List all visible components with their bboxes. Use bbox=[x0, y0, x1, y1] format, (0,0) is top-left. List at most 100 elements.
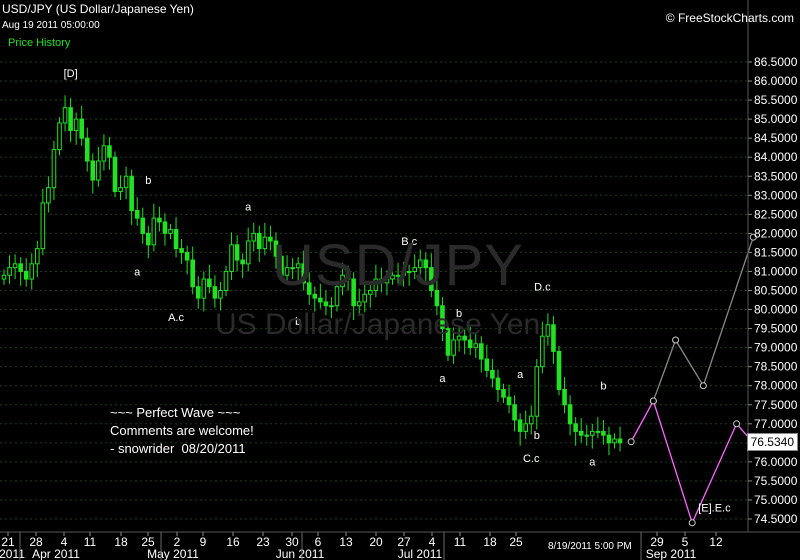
candle-body bbox=[323, 301, 329, 307]
projection-node bbox=[733, 420, 741, 428]
candle-body bbox=[79, 118, 85, 139]
note-line-2: Comments are welcome! bbox=[110, 423, 254, 438]
y-tick-label: 84.0000 bbox=[754, 150, 798, 164]
candle-body bbox=[540, 335, 545, 368]
y-tick-label: 74.5000 bbox=[754, 512, 798, 526]
candle-body bbox=[506, 396, 512, 406]
wave-label: a bbox=[589, 457, 596, 469]
candle-body bbox=[140, 217, 146, 234]
candle-body bbox=[551, 324, 556, 352]
candle-body bbox=[234, 244, 240, 261]
y-tick-label: 78.5000 bbox=[754, 360, 798, 374]
candle-body bbox=[528, 415, 534, 425]
candle-body bbox=[123, 175, 129, 189]
projection-node bbox=[672, 336, 680, 344]
candle-body bbox=[562, 389, 567, 406]
candle-body bbox=[251, 232, 257, 242]
candle-body bbox=[162, 221, 168, 234]
candle-body bbox=[567, 404, 573, 425]
candle-body bbox=[545, 324, 551, 337]
annotation-note: ~~~ Perfect Wave ~~~ Comments are welcom… bbox=[110, 404, 254, 458]
candle-body bbox=[157, 217, 162, 223]
y-tick-label: 85.5000 bbox=[754, 93, 798, 107]
note-line-1: ~~~ Perfect Wave ~~~ bbox=[110, 405, 241, 420]
projection-node bbox=[699, 382, 707, 390]
candle-body bbox=[584, 434, 590, 437]
x-tick-label: 23 bbox=[256, 535, 270, 549]
y-tick-label: 86.0000 bbox=[754, 74, 798, 88]
y-tick-label: 77.0000 bbox=[754, 417, 798, 431]
candle-body bbox=[12, 263, 18, 269]
wave-label: b bbox=[534, 430, 540, 442]
candle-body bbox=[495, 377, 501, 391]
candle-body bbox=[129, 175, 134, 212]
candle-body bbox=[179, 248, 184, 253]
candle-body bbox=[490, 369, 495, 379]
candle-body bbox=[512, 404, 517, 421]
y-tick-label: 79.0000 bbox=[754, 341, 798, 355]
x-tick-label: 25 bbox=[509, 535, 523, 549]
candle-body bbox=[601, 430, 606, 436]
y-tick-label: 75.5000 bbox=[754, 474, 798, 488]
y-tick-label: 82.5000 bbox=[754, 207, 798, 221]
candle-body bbox=[18, 263, 23, 272]
candle-body bbox=[151, 217, 157, 246]
candle-body bbox=[29, 263, 35, 280]
candle-body bbox=[245, 240, 251, 265]
wave-label: a bbox=[439, 373, 446, 385]
candle-body bbox=[40, 202, 46, 250]
candle-body bbox=[606, 434, 612, 444]
y-tick-label: 82.0000 bbox=[754, 226, 798, 240]
candle-body bbox=[7, 267, 12, 276]
y-tick-label: 83.5000 bbox=[754, 169, 798, 183]
wave-label: b bbox=[145, 175, 151, 187]
wave-label: [E].E.c bbox=[698, 502, 731, 514]
candle-body bbox=[57, 122, 62, 151]
candle-body bbox=[473, 343, 479, 349]
last-price-badge: 76.5340 bbox=[746, 432, 798, 451]
candle-body bbox=[118, 187, 123, 192]
candle-body bbox=[146, 232, 151, 246]
candle-body bbox=[207, 278, 212, 288]
candle-body bbox=[218, 290, 223, 299]
y-tick-label: 80.5000 bbox=[754, 284, 798, 298]
candle-body bbox=[578, 430, 584, 436]
candle-body bbox=[240, 259, 245, 265]
wave-label: b bbox=[600, 381, 606, 393]
y-tick-label: 86.5000 bbox=[754, 55, 798, 69]
candle-body bbox=[1, 274, 7, 280]
x-tick-label: 16 bbox=[226, 535, 240, 549]
x-tick-label: 11 bbox=[454, 535, 467, 549]
x-tick-label: 18 bbox=[114, 535, 128, 549]
candle-body bbox=[451, 339, 456, 356]
candle-body bbox=[590, 430, 595, 436]
watermark-symbol: USD/JPY bbox=[272, 233, 524, 298]
projection-pink-line bbox=[630, 399, 754, 525]
wave-label: a bbox=[245, 202, 252, 214]
candle-body bbox=[612, 438, 617, 444]
x-month-label: May 2011 bbox=[147, 547, 199, 560]
candle-body bbox=[23, 270, 29, 280]
y-tick-label: 75.0000 bbox=[754, 493, 798, 507]
candle-body bbox=[356, 301, 362, 307]
x-tick-label: 13 bbox=[339, 535, 353, 549]
candle-body bbox=[68, 107, 73, 132]
x-tick-label: 20 bbox=[369, 535, 383, 549]
wave-label: A.c bbox=[168, 312, 184, 324]
candle-body bbox=[184, 251, 190, 261]
y-tick-label: 80.0000 bbox=[754, 303, 798, 317]
candle-body bbox=[257, 232, 262, 250]
watermark-name: US Dollar/Japanese Yen bbox=[215, 308, 541, 341]
x-tick-label: 18 bbox=[483, 535, 497, 549]
candle-body bbox=[479, 343, 484, 360]
y-tick-label: 77.5000 bbox=[754, 398, 798, 412]
y-tick-label: 83.0000 bbox=[754, 188, 798, 202]
wave-label: C.c bbox=[523, 453, 540, 465]
cursor-date: 8/19/2011 5:00 PM bbox=[548, 541, 632, 552]
series-label[interactable]: Price History bbox=[8, 37, 70, 49]
candle-body bbox=[223, 270, 229, 292]
candle-body bbox=[556, 350, 562, 391]
y-tick-label: 81.0000 bbox=[754, 264, 798, 278]
x-month-label: 2011 bbox=[0, 547, 25, 560]
candle-body bbox=[51, 149, 57, 189]
